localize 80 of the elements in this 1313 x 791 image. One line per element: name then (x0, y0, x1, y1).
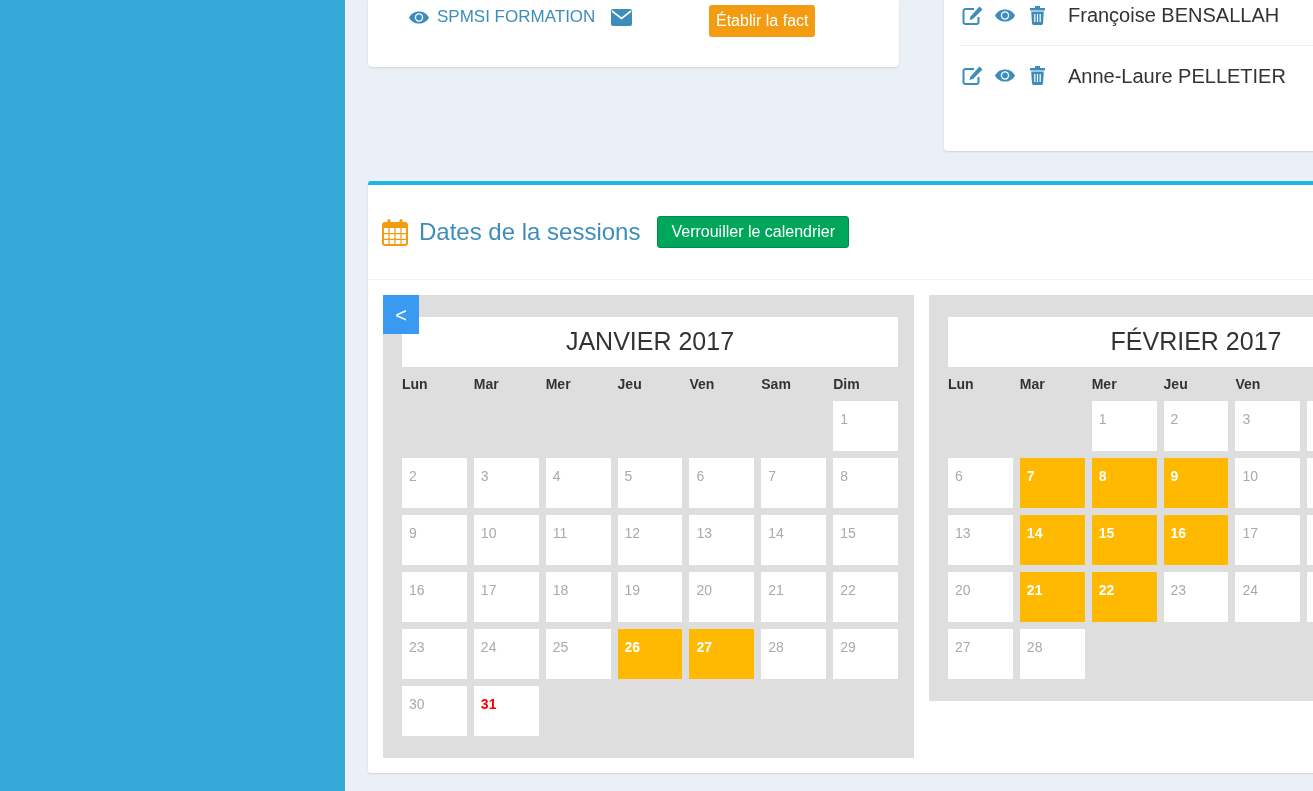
day-cell[interactable]: 1 (833, 401, 898, 451)
day-cell[interactable]: 14 (1019, 515, 1085, 565)
weekday-label: Jeu (1163, 374, 1188, 394)
day-cell[interactable]: 13 (948, 515, 1013, 565)
day-cell[interactable]: 10 (1235, 458, 1301, 508)
day-cell[interactable]: 16 (1163, 515, 1229, 565)
day-cell[interactable]: 25 (545, 629, 611, 679)
day-cell[interactable]: 7 (761, 458, 827, 508)
weekday-label: Lun (402, 374, 428, 394)
day-cell[interactable]: 21 (761, 572, 827, 622)
month-title: FÉVRIER 2017 (948, 317, 1313, 367)
day-cell[interactable]: 15 (833, 515, 898, 565)
day-cell[interactable]: 3 (1235, 401, 1301, 451)
day-cell[interactable]: 30 (402, 686, 467, 736)
day-cell[interactable]: 27 (689, 629, 755, 679)
day-cell[interactable]: 24 (1235, 572, 1301, 622)
weekday-label: Mar (1019, 374, 1045, 394)
weekday-label: Ven (689, 374, 715, 394)
edit-icon[interactable] (962, 5, 983, 25)
weekday-label: Mer (545, 374, 571, 394)
day-cell[interactable]: 26 (617, 629, 683, 679)
weekday-label: Dim (833, 374, 860, 394)
day-cell[interactable]: 21 (1019, 572, 1085, 622)
weekday-label: Ven (1235, 374, 1261, 394)
day-cell[interactable]: 10 (473, 515, 539, 565)
day-cell[interactable]: 3 (473, 458, 539, 508)
day-cell[interactable]: 5 (617, 458, 683, 508)
weekday-label: Mar (473, 374, 499, 394)
eye-icon[interactable] (995, 8, 1015, 22)
lock-calendar-button[interactable]: Verrouiller le calendrier (657, 216, 850, 248)
day-cell[interactable]: 4 (545, 458, 611, 508)
day-cell[interactable]: 14 (761, 515, 827, 565)
day-cell[interactable]: 12 (617, 515, 683, 565)
day-cell[interactable]: 31 (473, 686, 539, 736)
day-cell[interactable]: 20 (948, 572, 1013, 622)
participant-name: Anne-Laure PELLETIER (1068, 63, 1286, 89)
eye-icon[interactable] (995, 69, 1015, 82)
day-cell[interactable]: 28 (1019, 629, 1085, 679)
envelope-icon[interactable] (611, 8, 633, 26)
day-cell[interactable]: 17 (1235, 515, 1301, 565)
eye-icon[interactable] (409, 10, 429, 24)
day-cell[interactable]: 20 (689, 572, 755, 622)
day-cell[interactable]: 2 (402, 458, 467, 508)
day-cell[interactable]: 18 (545, 572, 611, 622)
day-cell[interactable]: 29 (833, 629, 898, 679)
day-cell[interactable]: 17 (473, 572, 539, 622)
calendar-icon (382, 218, 408, 246)
day-cell[interactable]: 11 (545, 515, 611, 565)
day-cell[interactable]: 19 (617, 572, 683, 622)
participant-name: Françoise BENSALLAH (1068, 3, 1280, 28)
day-cell[interactable]: 23 (1163, 572, 1229, 622)
weekday-label: Mer (1091, 374, 1117, 394)
day-cell[interactable]: 6 (948, 458, 1013, 508)
trash-icon[interactable] (1030, 5, 1045, 25)
day-cell[interactable]: 8 (1091, 458, 1157, 508)
panel-title: Dates de la sessions (419, 217, 641, 247)
weekday-label: Jeu (617, 374, 642, 394)
day-cell[interactable]: 24 (473, 629, 539, 679)
day-cell[interactable]: 8 (833, 458, 898, 508)
day-cell[interactable]: 16 (402, 572, 467, 622)
day-cell[interactable]: 9 (1163, 458, 1229, 508)
day-cell[interactable]: 23 (402, 629, 467, 679)
day-cell[interactable]: 7 (1019, 458, 1085, 508)
trash-icon[interactable] (1030, 66, 1045, 85)
training-link[interactable]: SPMSI FORMATION (437, 4, 596, 30)
edit-icon[interactable] (962, 66, 983, 85)
day-cell[interactable]: 1 (1091, 401, 1157, 451)
invoice-button[interactable]: Établir la fact (709, 5, 816, 37)
day-cell[interactable]: 13 (689, 515, 755, 565)
day-cell[interactable]: 15 (1091, 515, 1157, 565)
day-cell[interactable]: 22 (833, 572, 898, 622)
day-cell[interactable]: 2 (1163, 401, 1229, 451)
day-cell[interactable]: 27 (948, 629, 1013, 679)
day-cell[interactable]: 6 (689, 458, 755, 508)
previous-button[interactable]: < (383, 295, 419, 334)
day-cell[interactable]: 22 (1091, 572, 1157, 622)
weekday-label: Lun (948, 374, 974, 394)
day-cell[interactable]: 28 (761, 629, 827, 679)
day-cell[interactable]: 9 (402, 515, 467, 565)
weekday-label: Sam (761, 374, 791, 394)
